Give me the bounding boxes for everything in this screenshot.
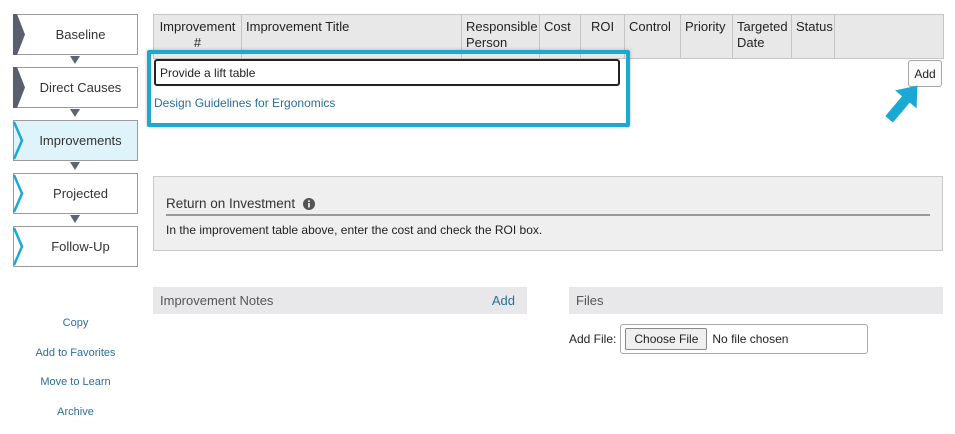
copy-link[interactable]: Copy bbox=[13, 316, 138, 346]
step-label: Direct Causes bbox=[40, 80, 122, 95]
step-label: Follow-Up bbox=[51, 239, 110, 254]
add-note-link[interactable]: Add bbox=[492, 293, 515, 308]
suggestion-link[interactable]: Design Guidelines for Ergonomics bbox=[154, 96, 335, 110]
roi-panel: Return on Investment In the improvement … bbox=[153, 176, 943, 251]
archive-link[interactable]: Archive bbox=[13, 405, 138, 434]
file-status: No file chosen bbox=[712, 332, 788, 346]
improvement-notes-header: Improvement Notes Add bbox=[153, 287, 527, 314]
info-icon[interactable] bbox=[303, 198, 315, 210]
column-header: Targeted Date bbox=[733, 15, 792, 59]
step-label: Baseline bbox=[56, 27, 106, 42]
step-label: Projected bbox=[53, 186, 108, 201]
roi-title: Return on Investment bbox=[166, 196, 295, 211]
improvement-title-input[interactable] bbox=[154, 59, 620, 86]
files-header: Files bbox=[569, 287, 943, 314]
step-projected[interactable]: Projected bbox=[13, 173, 138, 214]
chevron-right-icon bbox=[13, 14, 27, 55]
add-file-label: Add File: bbox=[569, 332, 616, 346]
step-improvements[interactable]: Improvements bbox=[13, 120, 138, 161]
choose-file-button[interactable]: Choose File bbox=[625, 328, 707, 350]
move-to-learn-link[interactable]: Move to Learn bbox=[13, 375, 138, 405]
roi-heading: Return on Investment bbox=[166, 196, 930, 216]
arrow-down-icon bbox=[70, 109, 80, 117]
notes-title: Improvement Notes bbox=[160, 293, 273, 308]
arrow-down-icon bbox=[70, 215, 80, 223]
column-header: Priority bbox=[681, 15, 733, 59]
step-navigation: Baseline Direct Causes Improvements Proj… bbox=[13, 14, 138, 267]
files-title: Files bbox=[576, 293, 603, 308]
add-to-favorites-link[interactable]: Add to Favorites bbox=[13, 346, 138, 376]
step-label: Improvements bbox=[39, 133, 121, 148]
arrow-down-icon bbox=[70, 56, 80, 64]
side-actions: Copy Add to Favorites Move to Learn Arch… bbox=[13, 316, 138, 434]
column-header bbox=[835, 15, 944, 59]
file-input[interactable]: Choose File No file chosen bbox=[620, 324, 868, 354]
column-header: Control bbox=[625, 15, 681, 59]
pointer-arrow-icon bbox=[880, 78, 924, 130]
step-direct-causes[interactable]: Direct Causes bbox=[13, 67, 138, 108]
chevron-right-icon bbox=[13, 173, 27, 214]
column-header: Status bbox=[792, 15, 835, 59]
arrow-down-icon bbox=[70, 162, 80, 170]
chevron-right-icon bbox=[13, 67, 27, 108]
step-follow-up[interactable]: Follow-Up bbox=[13, 226, 138, 267]
step-baseline[interactable]: Baseline bbox=[13, 14, 138, 55]
add-file-row: Add File: Choose File No file chosen bbox=[569, 324, 868, 354]
roi-instructions: In the improvement table above, enter th… bbox=[166, 223, 542, 237]
chevron-right-icon bbox=[13, 120, 27, 161]
chevron-right-icon bbox=[13, 226, 27, 267]
